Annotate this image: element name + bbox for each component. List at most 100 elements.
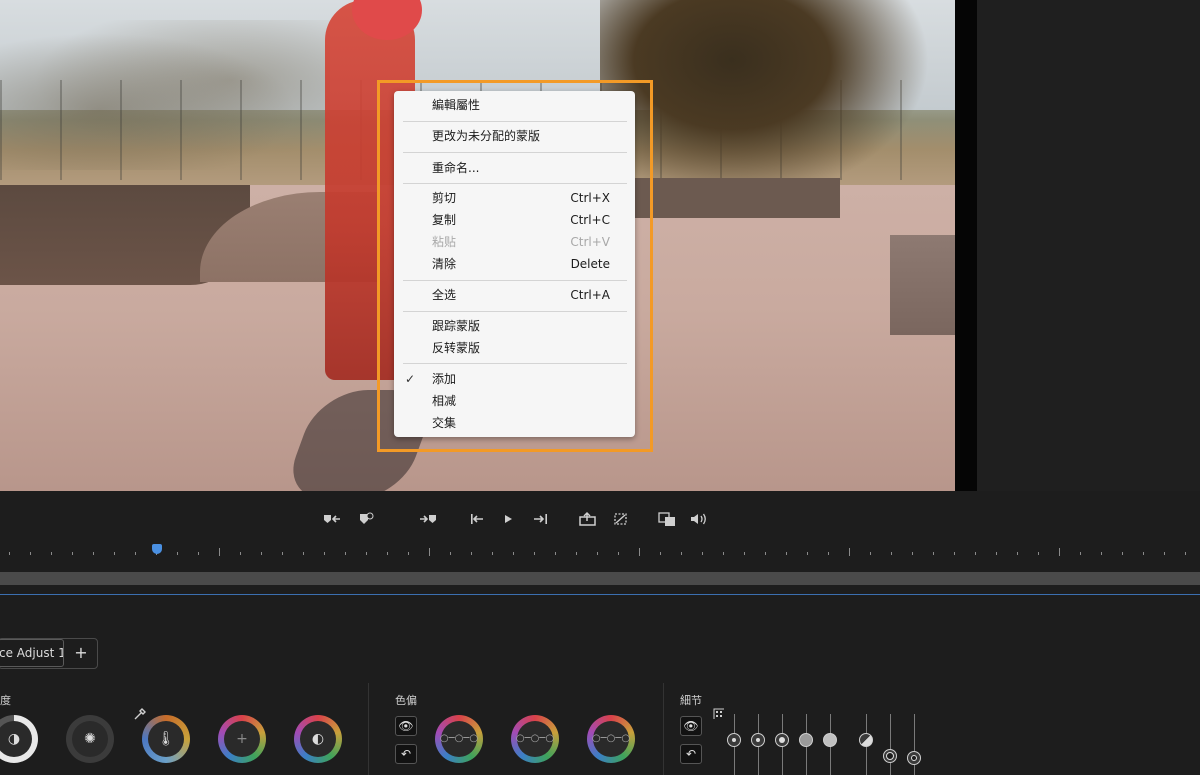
menu-item-change-to-unassigned-mask[interactable]: 更改为未分配的蒙版 (394, 126, 635, 146)
ruler-tick (744, 552, 745, 555)
menu-item-shortcut: Ctrl+A (570, 288, 610, 302)
add-tab-button[interactable]: + (70, 642, 92, 664)
ruler-tick (450, 552, 451, 555)
compare-icon[interactable] (657, 510, 679, 528)
half-circle-icon: ◐ (311, 731, 325, 747)
menu-separator (403, 280, 627, 281)
export-frame-icon[interactable] (577, 510, 599, 528)
ruler-tick (135, 552, 136, 555)
temperature-wheel[interactable]: 🌡 (142, 715, 190, 763)
plus-icon: + (236, 731, 248, 747)
menu-item-clear[interactable]: 清除 Delete (394, 254, 635, 274)
menu-item-edit-properties[interactable]: 編輯屬性 (394, 95, 635, 115)
ruler-tick (219, 548, 220, 556)
ruler-tick (366, 552, 367, 555)
preview-bench (630, 178, 840, 218)
detail-slider-track (890, 714, 891, 775)
menu-item-shortcut: Ctrl+X (570, 191, 610, 205)
ruler-tick (72, 552, 73, 555)
reset-icon[interactable]: ↶ (680, 744, 702, 764)
volume-icon[interactable] (688, 510, 710, 528)
ruler-tick (723, 552, 724, 555)
step-back-icon[interactable] (466, 510, 488, 528)
saturation-wheel[interactable]: ◐ (294, 715, 342, 763)
ruler-tick (786, 552, 787, 555)
menu-item-rename[interactable]: 重命名... (394, 158, 635, 178)
ruler-tick (996, 552, 997, 555)
ruler-tick (639, 548, 640, 556)
menu-item-track-mask[interactable]: 跟踪蒙版 (394, 316, 635, 336)
ruler-tick (870, 552, 871, 555)
menu-item-add[interactable]: ✓ 添加 (394, 369, 635, 389)
preview-wall (890, 235, 955, 335)
section-label-detail: 細节 (680, 694, 702, 707)
menu-item-intersect[interactable]: 交集 (394, 413, 635, 433)
menu-item-label: 剪切 (432, 191, 457, 205)
menu-item-shortcut: Delete (570, 257, 610, 271)
eye-icon[interactable]: 👁 (395, 716, 417, 736)
aperture-wheel[interactable]: ✺ (66, 715, 114, 763)
mark-in-icon[interactable] (322, 510, 344, 528)
eye-icon[interactable]: 👁 (680, 716, 702, 736)
ruler-tick (1059, 548, 1060, 556)
menu-item-label: 添加 (432, 372, 457, 386)
menu-item-paste: 粘贴 Ctrl+V (394, 232, 635, 252)
ruler-tick (849, 548, 850, 556)
ruler-tick (891, 552, 892, 555)
menu-item-invert-mask[interactable]: 反转蒙版 (394, 338, 635, 358)
menu-item-label: 跟踪蒙版 (432, 319, 481, 333)
ruler-tick (933, 552, 934, 555)
detail-slider-2[interactable] (751, 733, 765, 747)
noise-slider[interactable] (883, 749, 897, 763)
right-panel (977, 0, 1200, 491)
ruler-tick (198, 552, 199, 555)
detail-slider-track (914, 714, 915, 775)
reset-icon[interactable]: ↶ (395, 744, 417, 764)
ruler-tick (1017, 552, 1018, 555)
playhead-marker[interactable] (152, 544, 162, 554)
ruler-tick (30, 552, 31, 555)
detail-slider-3[interactable] (775, 733, 789, 747)
ruler-tick (576, 552, 577, 555)
menu-item-subtract[interactable]: 相减 (394, 391, 635, 411)
play-icon[interactable] (497, 510, 519, 528)
menu-separator (403, 363, 627, 364)
menu-item-copy[interactable]: 复制 Ctrl+C (394, 210, 635, 230)
ruler-tick (114, 552, 115, 555)
context-menu: 編輯屬性 更改为未分配的蒙版 重命名... 剪切 Ctrl+X 复制 Ctrl+… (394, 91, 635, 437)
ruler-tick (912, 552, 913, 555)
menu-item-cut[interactable]: 剪切 Ctrl+X (394, 188, 635, 208)
three-dot-slider-icon: ○─○─○ (591, 733, 631, 744)
timeline-track[interactable] (0, 572, 1200, 585)
aperture-icon: ✺ (84, 731, 96, 747)
safe-margins-icon[interactable] (610, 510, 632, 528)
preview-letterbox (955, 0, 977, 491)
menu-separator (403, 121, 627, 122)
go-to-in-icon[interactable] (418, 510, 440, 528)
section-divider (663, 683, 664, 775)
menu-item-label: 清除 (432, 257, 457, 271)
midtones-color-wheel[interactable]: ○─○─○ (511, 715, 559, 763)
ruler-tick (492, 552, 493, 555)
sharpen-slider[interactable] (859, 733, 873, 747)
ruler-tick (534, 552, 535, 555)
detail-slider-1[interactable] (727, 733, 741, 747)
ruler-tick (954, 552, 955, 555)
tint-wheel[interactable]: + (218, 715, 266, 763)
menu-item-label: 交集 (432, 416, 457, 430)
menu-item-label: 复制 (432, 213, 457, 227)
shadows-color-wheel[interactable]: ○─○─○ (435, 715, 483, 763)
menu-item-label: 重命名... (432, 161, 480, 175)
highlights-color-wheel[interactable]: ○─○─○ (587, 715, 635, 763)
detail-slider-4[interactable] (799, 733, 813, 747)
menu-item-select-all[interactable]: 全选 Ctrl+A (394, 285, 635, 305)
timeline-ruler[interactable] (0, 548, 1200, 558)
step-forward-icon[interactable] (530, 510, 552, 528)
detail-slider-5[interactable] (823, 733, 837, 747)
tab-adjust-layer[interactable]: ce Adjust 1 (0, 639, 64, 667)
ruler-tick (408, 552, 409, 555)
exposure-wheel[interactable]: ◑ (0, 715, 38, 763)
grain-slider[interactable] (907, 751, 921, 765)
menu-item-shortcut: Ctrl+C (570, 213, 610, 227)
mark-out-icon[interactable] (355, 510, 377, 528)
